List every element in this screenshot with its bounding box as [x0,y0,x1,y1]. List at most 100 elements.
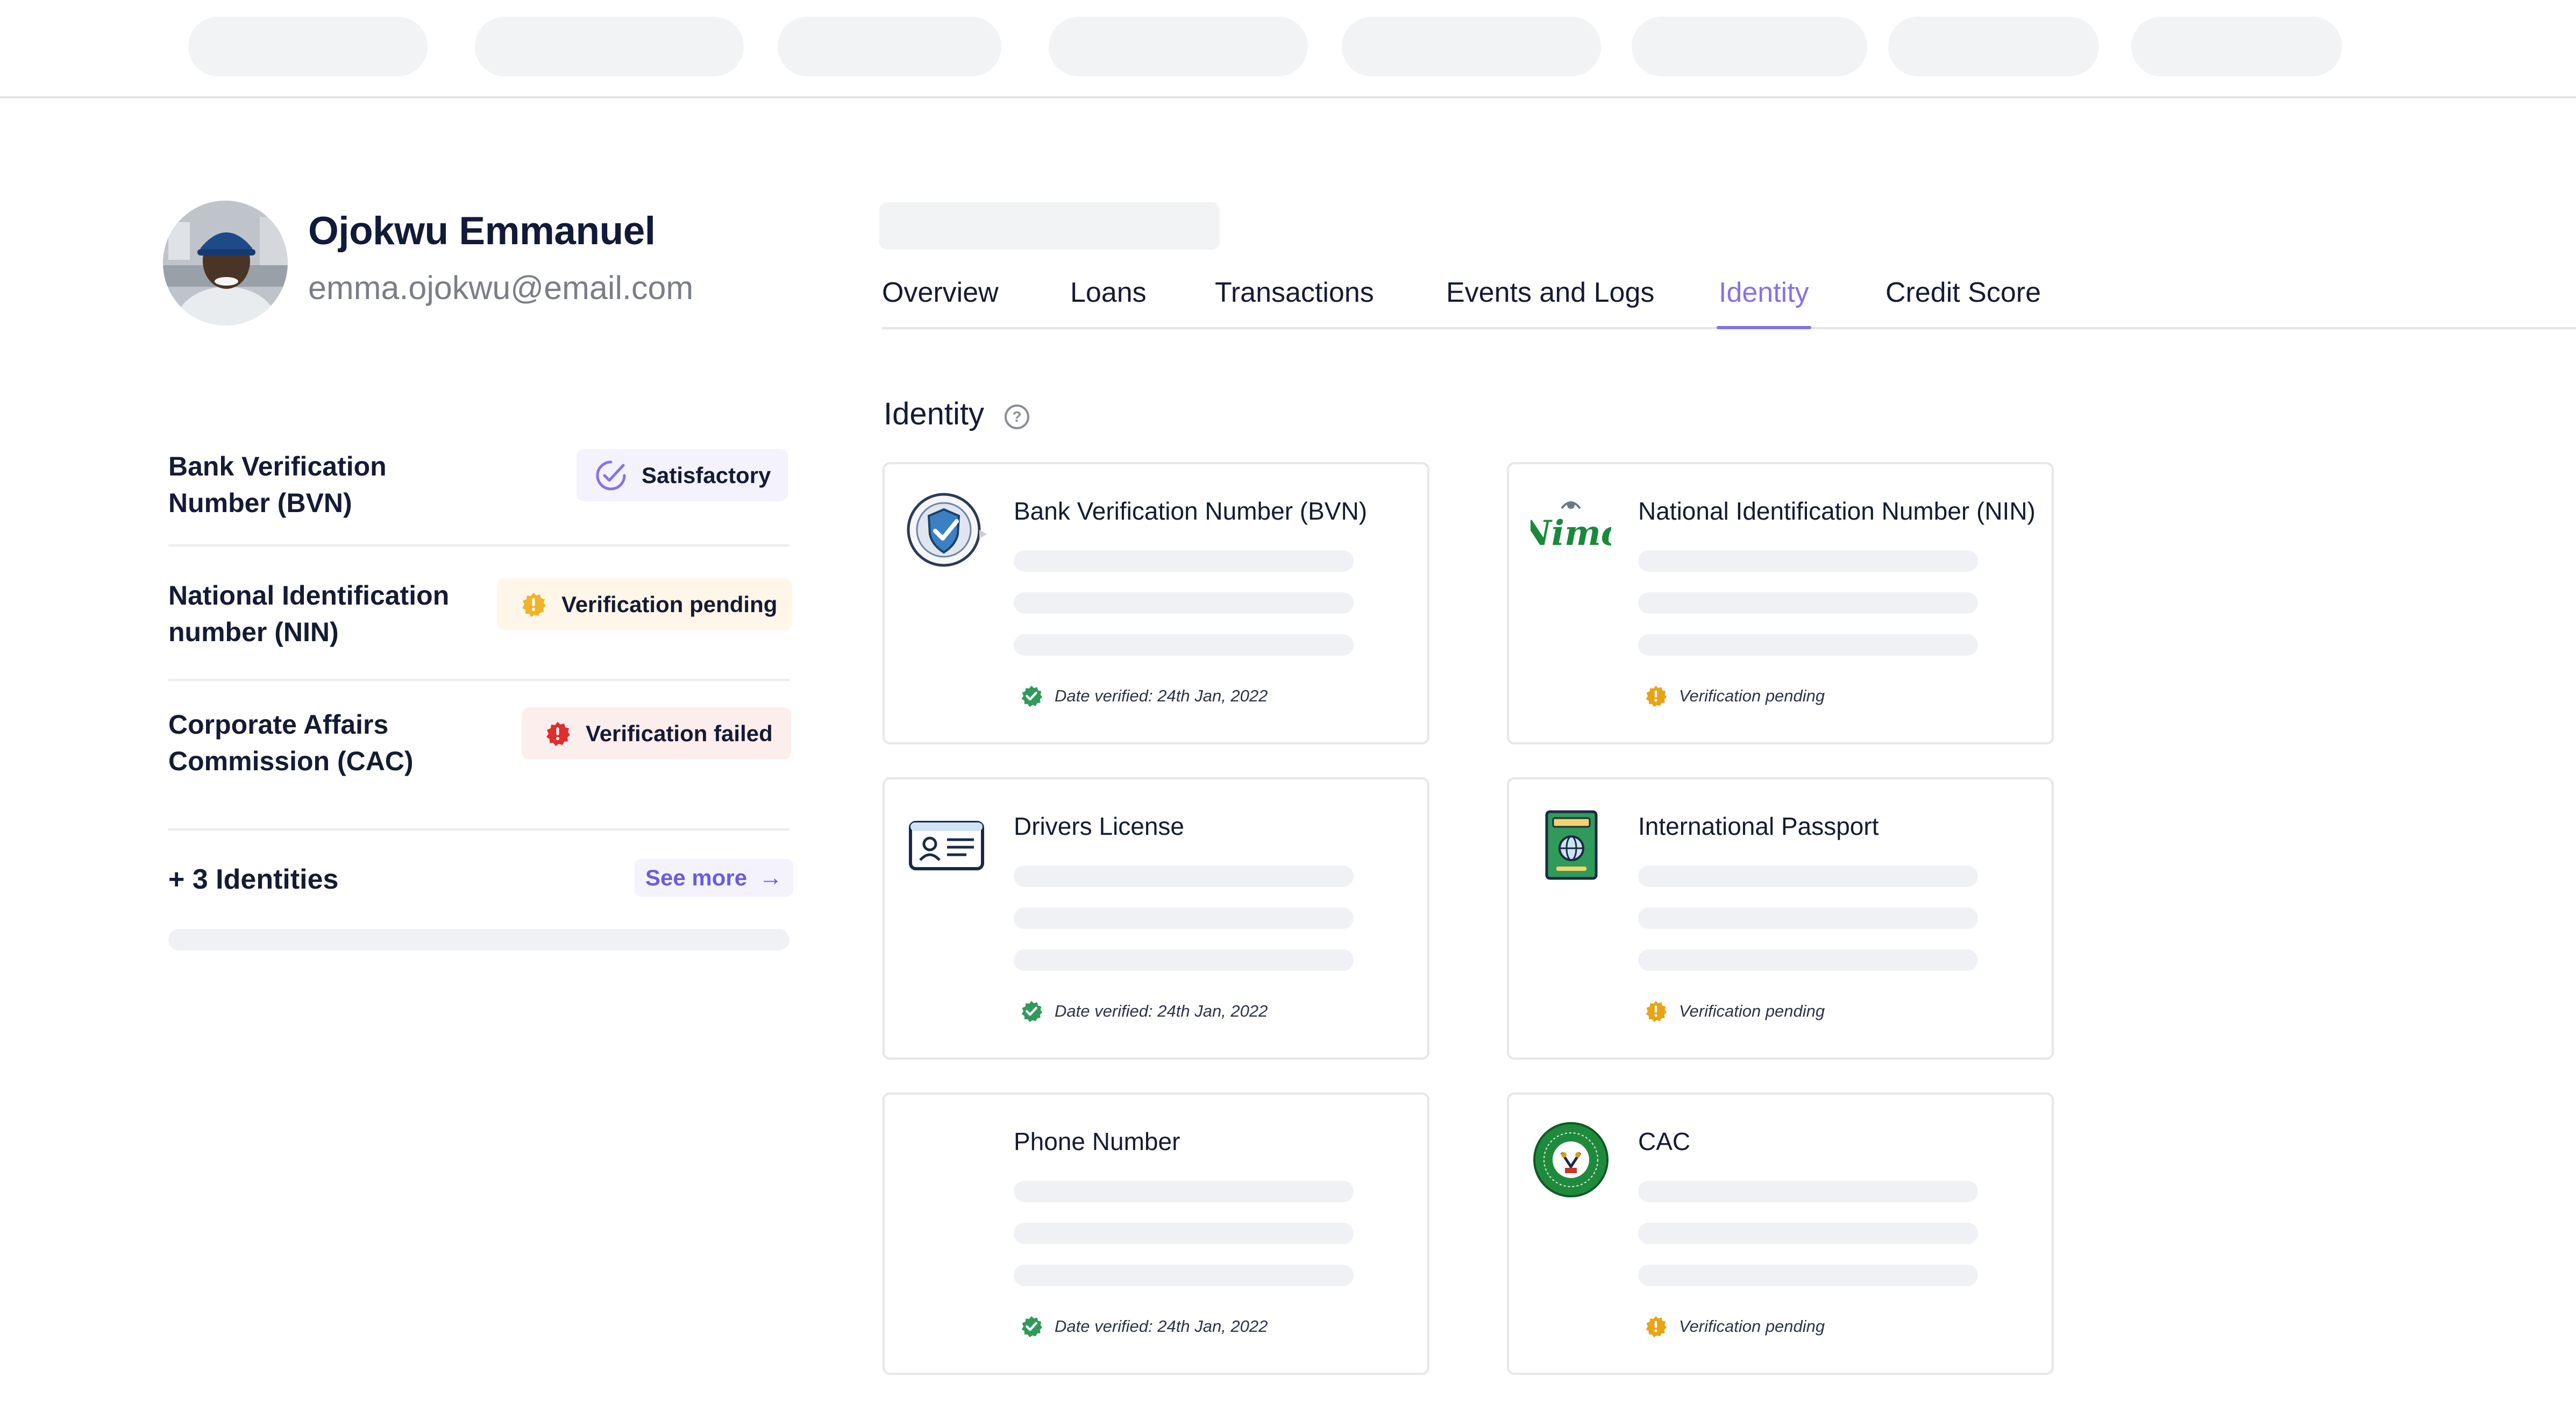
skeleton-bar [1638,949,1978,971]
see-more-label: See more [645,865,748,890]
summary-label-line: National Identification [168,580,450,611]
card-title: National Identification Number (NIN) [1638,497,2036,525]
card-title: CAC [1638,1127,1691,1155]
avatar-photo [163,201,288,325]
verified-badge-icon [1020,1000,1043,1023]
status-badge-pending: Verification pending [497,578,792,630]
pending-badge-icon [1645,1315,1667,1338]
status-badge-failed: Verification failed [522,707,791,760]
nav-skeleton-pill [188,17,428,76]
card-status: Verification pending [1645,1000,1825,1023]
identity-card-drivers-license[interactable]: Drivers License Date verified: 24th Jan,… [883,777,1429,1060]
nav-skeleton-pill [2131,17,2342,76]
card-title: Bank Verification Number (BVN) [1014,497,1368,525]
more-identities-label: + 3 Identities [168,864,339,895]
summary-label-bvn: Bank Verification Number (BVN) [168,448,387,521]
card-title: International Passport [1638,812,1879,840]
badge-label: Verification failed [586,720,773,746]
status-text: Verification pending [1679,1002,1825,1020]
drivers-license-icon [906,804,987,885]
skeleton-bar [1014,865,1354,887]
nav-skeleton-pill [1632,17,1867,76]
card-title: Phone Number [1014,1127,1180,1155]
skeleton-bar [1014,1223,1354,1244]
status-text: Date verified: 24th Jan, 2022 [1055,1002,1268,1020]
see-more-button[interactable]: See more → [635,859,793,897]
pending-badge-icon [521,592,546,618]
summary-label-line: number (NIN) [168,617,339,647]
identity-card-cac[interactable]: CAC Verification pending [1507,1092,2054,1375]
skeleton-bar [1638,550,1978,572]
failed-badge-icon [545,721,571,747]
status-text: Verification pending [1679,686,1825,705]
summary-label-cac: Corporate Affairs Commission (CAC) [168,706,414,779]
verified-badge-icon [1020,685,1043,707]
skeleton-bar [1638,1223,1978,1244]
badge-label: Satisfactory [642,462,771,488]
skeleton-bar [1014,907,1354,929]
skeleton-bar [1638,1265,1978,1286]
badge-label: Verification pending [561,591,778,617]
pending-badge-icon [1645,685,1667,707]
nav-skeleton-pill [475,17,744,76]
card-status: Date verified: 24th Jan, 2022 [1020,685,1268,707]
nimc-logo-icon: Nimc [1531,489,1611,570]
summary-label-line: Bank Verification [168,451,387,481]
tab-credit-score[interactable]: Credit Score [1885,276,2041,327]
verified-badge-icon [1020,1315,1043,1338]
identity-card-phone-number[interactable]: Phone Number Date verified: 24th Jan, 20… [883,1092,1429,1375]
identity-card-passport[interactable]: International Passport Verification pend… [1507,777,2054,1060]
skeleton-bar [1014,1265,1354,1286]
card-status: Verification pending [1645,685,1825,707]
status-badge-satisfactory: Satisfactory [577,449,788,501]
identity-card-nin[interactable]: Nimc National Identification Number (NIN… [1507,462,2054,744]
help-icon[interactable]: ? [1005,405,1029,429]
skeleton-bar [1014,634,1354,656]
summary-label-line: Corporate Affairs [168,709,389,740]
nav-skeleton-pill [1049,17,1308,76]
summary-label-line: Commission (CAC) [168,746,414,776]
avatar [163,201,288,325]
profile-email: emma.ojokwu@email.com [308,269,694,306]
cac-seal-logo-icon [1531,1119,1611,1200]
tab-loans[interactable]: Loans [1070,276,1147,327]
bvn-logo-icon [906,489,987,570]
card-status: Verification pending [1645,1315,1825,1338]
divider [168,679,789,681]
profile-name: Ojokwu Emmanuel [308,209,656,253]
tab-bar: Overview Loans Transactions Events and L… [882,272,2576,329]
skeleton-bar [1638,592,1978,614]
tab-transactions[interactable]: Transactions [1215,276,1374,327]
passport-icon [1531,804,1611,885]
nav-skeleton-pill [778,17,1001,76]
card-status: Date verified: 24th Jan, 2022 [1020,1000,1268,1023]
section-title: Identity [884,396,984,431]
check-badge-icon [595,460,627,491]
card-status: Date verified: 24th Jan, 2022 [1020,1315,1268,1338]
skeleton-bar [1014,550,1354,572]
tab-identity[interactable]: Identity [1717,276,1811,329]
top-nav-bar [0,0,2576,98]
nav-skeleton-pill [1888,17,2099,76]
divider [168,544,789,547]
skeleton-bar [1638,865,1978,887]
arrow-right-icon: → [759,864,783,891]
skeleton-bar [1014,592,1354,614]
pending-badge-icon [1645,1000,1667,1023]
skeleton-bar [1014,949,1354,971]
tab-events-and-logs[interactable]: Events and Logs [1446,276,1654,327]
divider [168,828,789,831]
skeleton-bar [168,929,789,950]
identity-card-bvn[interactable]: Bank Verification Number (BVN) Date veri… [883,462,1429,744]
nimc-logo-text: Nimc [1531,513,1611,554]
skeleton-bar [1638,1181,1978,1202]
status-text: Date verified: 24th Jan, 2022 [1055,686,1268,705]
card-title: Drivers License [1014,812,1184,840]
header-skeleton [879,202,1220,250]
summary-label-nin: National Identification number (NIN) [168,577,449,650]
skeleton-bar [1638,634,1978,656]
skeleton-bar [1014,1181,1354,1202]
tab-overview[interactable]: Overview [882,276,999,327]
status-text: Date verified: 24th Jan, 2022 [1055,1317,1268,1336]
nav-skeleton-pill [1342,17,1601,76]
